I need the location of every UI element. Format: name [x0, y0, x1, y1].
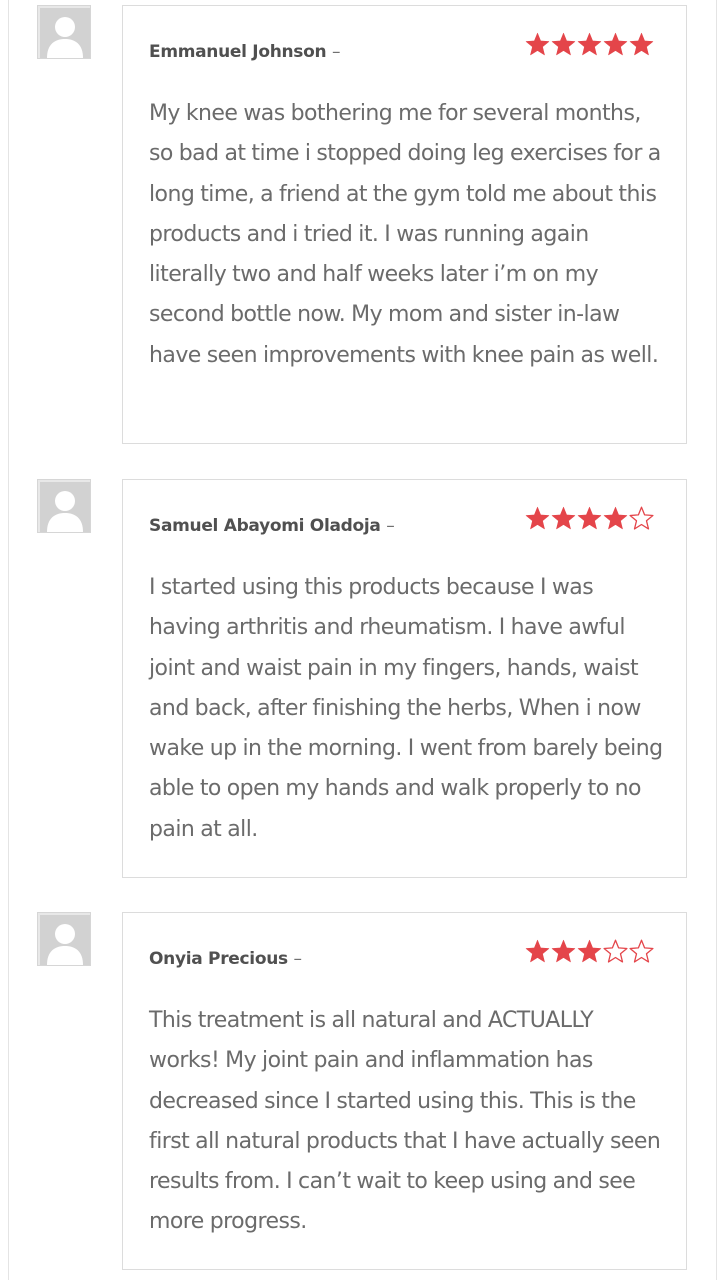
user-placeholder-icon	[40, 482, 90, 532]
author-separator: –	[386, 516, 395, 536]
review-card: Emmanuel Johnson – My knee was bothering…	[122, 5, 687, 444]
review-card: Onyia Precious – This treatment is all n…	[122, 912, 687, 1270]
review-author: Onyia Precious –	[149, 949, 302, 969]
avatar	[37, 912, 91, 966]
star-empty-icon	[603, 939, 628, 963]
author-separator: –	[293, 949, 302, 969]
star-filled-icon	[577, 939, 602, 963]
user-placeholder-icon	[40, 8, 90, 58]
star-rating	[525, 506, 654, 532]
star-filled-icon	[525, 506, 550, 530]
star-filled-icon	[525, 32, 550, 56]
author-name: Emmanuel Johnson	[149, 42, 327, 62]
star-rating	[525, 32, 654, 58]
avatar	[37, 5, 91, 59]
page-right-edge	[716, 0, 717, 1280]
page-left-edge	[8, 0, 9, 1280]
star-rating	[525, 939, 654, 965]
star-filled-icon	[551, 32, 576, 56]
review-text: My knee was bothering me for several mon…	[149, 101, 661, 368]
star-filled-icon	[603, 32, 628, 56]
star-filled-icon	[551, 506, 576, 530]
review-author: Emmanuel Johnson –	[149, 42, 340, 62]
reviews-page: Emmanuel Johnson – My knee was bothering…	[0, 0, 724, 1280]
avatar	[37, 479, 91, 533]
star-filled-icon	[603, 506, 628, 530]
author-name: Onyia Precious	[149, 949, 288, 969]
review-text: I started using this products because I …	[149, 575, 663, 842]
star-filled-icon	[629, 32, 654, 56]
review-card: Samuel Abayomi Oladoja – I started using…	[122, 479, 687, 878]
author-separator: –	[331, 42, 341, 62]
star-filled-icon	[577, 32, 602, 56]
star-empty-icon	[629, 939, 654, 963]
review-author: Samuel Abayomi Oladoja –	[149, 516, 395, 536]
user-placeholder-icon	[40, 915, 90, 965]
star-filled-icon	[525, 939, 550, 963]
star-filled-icon	[551, 939, 576, 963]
review-text: This treatment is all natural and ACTUAL…	[149, 1008, 661, 1235]
author-name: Samuel Abayomi Oladoja	[149, 516, 381, 536]
star-filled-icon	[577, 506, 602, 530]
star-empty-icon	[629, 506, 654, 530]
